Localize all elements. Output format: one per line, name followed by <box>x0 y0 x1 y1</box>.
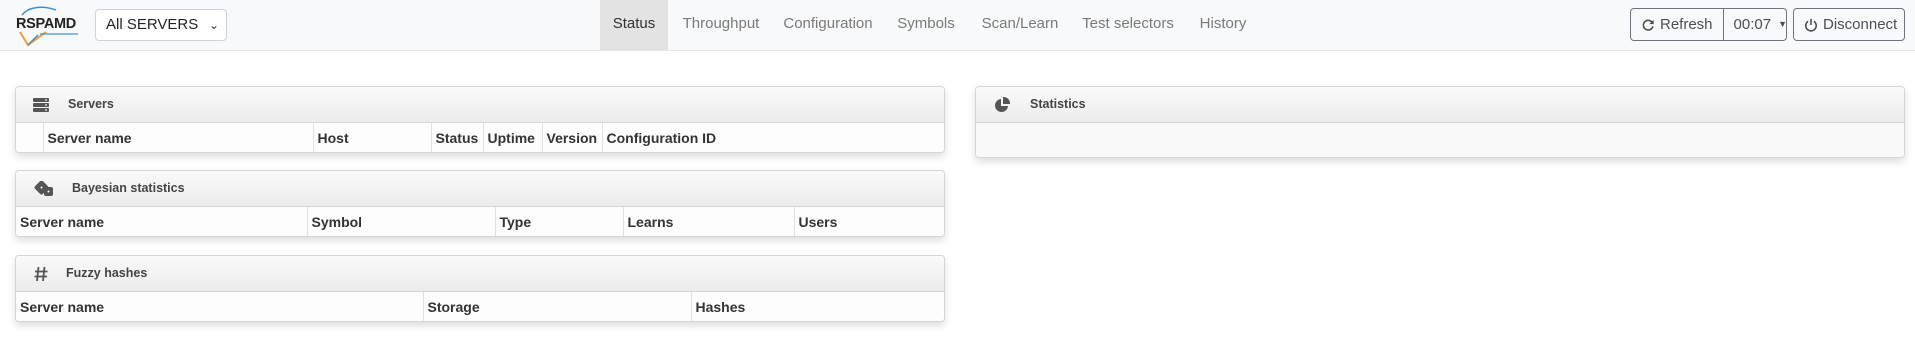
column-header-config-id[interactable]: Configuration ID <box>601 123 944 152</box>
column-header-storage[interactable]: Storage <box>422 292 691 321</box>
refresh-label: Refresh <box>1660 16 1713 33</box>
disconnect-group: Disconnect <box>1793 8 1905 41</box>
column-header-learns[interactable]: Learns <box>622 207 794 236</box>
tab-scan-learn[interactable]: Scan/Learn <box>975 0 1065 50</box>
disconnect-button[interactable]: Disconnect <box>1794 9 1904 40</box>
pie-chart-icon <box>995 97 1010 112</box>
bayes-card: Bayesian statistics Server name Symbol T… <box>15 170 945 237</box>
server-select-value: All SERVERS <box>106 16 199 33</box>
table-header-row: Server name Storage Hashes <box>16 292 944 321</box>
refresh-interval-dropdown[interactable]: 00:07 ▼ <box>1722 9 1787 40</box>
column-header-server-name[interactable]: Server name <box>16 292 423 321</box>
servers-table: Server name Host Status Uptime Version C… <box>16 123 944 152</box>
statistics-card-title: Statistics <box>1030 97 1086 111</box>
column-header-symbol[interactable]: Symbol <box>306 207 495 236</box>
tab-history[interactable]: History <box>1191 0 1255 50</box>
refresh-timer: 00:07 <box>1733 16 1772 33</box>
servers-card: Servers Server name Host Status Uptime V… <box>15 86 945 153</box>
fuzzy-table: Server name Storage Hashes <box>16 292 944 321</box>
tab-throughput[interactable]: Throughput <box>675 0 767 50</box>
column-header-select <box>16 123 43 152</box>
server-select[interactable]: All SERVERS ⌄ <box>95 9 227 41</box>
fuzzy-card-header: Fuzzy hashes <box>16 256 944 292</box>
tab-status[interactable]: Status <box>600 0 668 50</box>
table-header-row: Server name Host Status Uptime Version C… <box>16 123 944 152</box>
fuzzy-card-title: Fuzzy hashes <box>66 266 148 280</box>
tab-symbols[interactable]: Symbols <box>889 0 963 50</box>
refresh-button[interactable]: Refresh <box>1631 9 1723 40</box>
rspamd-logo[interactable]: RSPAMD <box>16 5 82 47</box>
dice-icon <box>34 181 53 196</box>
column-header-uptime[interactable]: Uptime <box>482 123 542 152</box>
power-icon <box>1805 18 1817 32</box>
column-header-host[interactable]: Host <box>312 123 431 152</box>
chevron-down-icon: ⌄ <box>208 18 219 32</box>
caret-down-icon: ▼ <box>1778 19 1787 29</box>
column-header-version[interactable]: Version <box>541 123 602 152</box>
column-header-type[interactable]: Type <box>494 207 623 236</box>
server-icon <box>33 98 49 112</box>
tab-configuration[interactable]: Configuration <box>776 0 880 50</box>
refresh-icon <box>1642 19 1654 31</box>
bayes-card-header: Bayesian statistics <box>16 171 944 207</box>
bayes-card-title: Bayesian statistics <box>72 181 185 195</box>
top-navbar: RSPAMD All SERVERS ⌄ Status Throughput C… <box>0 0 1915 51</box>
refresh-group: Refresh 00:07 ▼ <box>1630 8 1787 41</box>
column-header-users[interactable]: Users <box>793 207 944 236</box>
hashtag-icon <box>34 266 48 282</box>
disconnect-label: Disconnect <box>1823 16 1898 33</box>
column-header-status[interactable]: Status <box>430 123 483 152</box>
column-header-hashes[interactable]: Hashes <box>690 292 944 321</box>
logo-text: RSPAMD <box>16 16 76 32</box>
statistics-card: Statistics <box>975 86 1905 158</box>
column-header-server-name[interactable]: Server name <box>42 123 313 152</box>
servers-card-title: Servers <box>68 97 114 111</box>
tab-test-selectors[interactable]: Test selectors <box>1078 0 1178 50</box>
fuzzy-card: Fuzzy hashes Server name Storage Hashes <box>15 255 945 322</box>
bayes-table: Server name Symbol Type Learns Users <box>16 207 944 236</box>
statistics-chart-area <box>976 123 1904 157</box>
servers-card-header: Servers <box>16 87 944 123</box>
statistics-card-header: Statistics <box>976 87 1904 123</box>
table-header-row: Server name Symbol Type Learns Users <box>16 207 944 236</box>
column-header-server-name[interactable]: Server name <box>16 207 307 236</box>
